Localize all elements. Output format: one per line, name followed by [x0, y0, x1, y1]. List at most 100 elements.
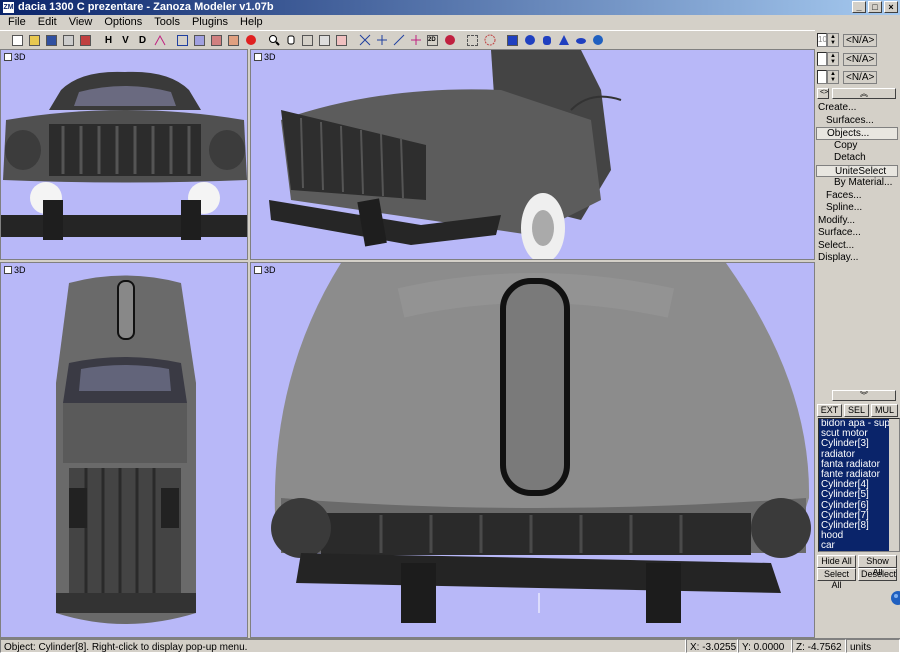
app-icon: ZM	[3, 2, 14, 13]
car-hood-render	[271, 263, 811, 623]
spinner-1[interactable]: 10 ▲ ▼ <N/A>	[817, 32, 899, 48]
spinner-2[interactable]: ▲ ▼ <N/A>	[817, 51, 899, 67]
align-icon[interactable]: 2D	[425, 33, 440, 48]
rotate-icon[interactable]	[374, 33, 389, 48]
viewport-label: 3D	[14, 265, 26, 275]
cube-solid-icon[interactable]	[192, 33, 207, 48]
minimize-button[interactable]: _	[852, 1, 866, 13]
spinner-3[interactable]: ▲ ▼ <N/A>	[817, 69, 899, 85]
sel-button[interactable]: SEL	[844, 404, 869, 417]
cmd-display[interactable]: Display...	[816, 252, 898, 265]
cmd-detach[interactable]: Detach	[816, 152, 898, 165]
menu-options[interactable]: Options	[98, 15, 148, 30]
export-icon[interactable]	[78, 33, 93, 48]
select-region-icon[interactable]	[465, 33, 480, 48]
spin-down-icon[interactable]: ▼	[828, 59, 838, 65]
object-list-scrollbar[interactable]	[889, 419, 899, 551]
cmd-by-material[interactable]: By Material...	[816, 177, 898, 190]
status-message: Object: Cylinder[8]. Right-click to disp…	[0, 639, 686, 653]
scale-icon[interactable]	[391, 33, 406, 48]
menu-view[interactable]: View	[63, 15, 99, 30]
viewport-front[interactable]: 3D	[0, 49, 248, 260]
viewport-closeup[interactable]: 3D	[250, 262, 815, 638]
spin-down-icon[interactable]: ▼	[828, 77, 838, 83]
viewport-perspective[interactable]: 3D	[250, 49, 815, 260]
viewport-menu-icon[interactable]	[254, 266, 262, 274]
select-all-button[interactable]: Select All	[817, 568, 856, 590]
zoom-icon[interactable]	[266, 33, 281, 48]
cmd-select[interactable]: Select...	[816, 240, 898, 253]
torus-primitive-icon[interactable]	[573, 33, 588, 48]
cube-texture-icon[interactable]	[226, 33, 241, 48]
list-item[interactable]: car	[819, 541, 899, 551]
globe-icon	[891, 591, 900, 605]
car-perspective-render	[269, 50, 622, 259]
new-file-icon[interactable]	[10, 33, 25, 48]
cmd-copy[interactable]: Copy	[816, 140, 898, 153]
z-icon[interactable]	[442, 33, 457, 48]
window-title: dacia 1300 C prezentare - Zanoza Modeler…	[18, 1, 274, 13]
cmd-create[interactable]: Create...	[816, 102, 898, 115]
sphere-primitive-icon[interactable]	[522, 33, 537, 48]
status-x: X: -3.0255	[686, 639, 738, 653]
object-list[interactable]: bidon apa - supor scut motor Cylinder[3]…	[818, 418, 900, 552]
move-icon[interactable]	[357, 33, 372, 48]
status-z: Z: -4.7562	[792, 639, 846, 653]
close-button[interactable]: ×	[884, 1, 898, 13]
car-front-render	[1, 71, 247, 240]
menu-plugins[interactable]: Plugins	[186, 15, 234, 30]
import-icon[interactable]	[61, 33, 76, 48]
cylinder-primitive-icon[interactable]	[539, 33, 554, 48]
select-circle-icon[interactable]	[482, 33, 497, 48]
viewport-menu-icon[interactable]	[4, 53, 12, 61]
pan-icon[interactable]	[283, 33, 298, 48]
sphere-icon[interactable]	[243, 33, 258, 48]
menu-file[interactable]: File	[2, 15, 32, 30]
menu-help[interactable]: Help	[234, 15, 269, 30]
zoom-extents-icon[interactable]	[317, 33, 332, 48]
viewport-menu-icon[interactable]	[254, 53, 262, 61]
panel-toggle-button[interactable]: <>	[817, 88, 829, 99]
spinner-3-text: <N/A>	[843, 70, 878, 84]
cmd-surface[interactable]: Surface...	[816, 227, 898, 240]
maximize-button[interactable]: □	[868, 1, 882, 13]
status-y: Y: 0.0000	[738, 639, 792, 653]
cmd-spline[interactable]: Spline...	[816, 202, 898, 215]
deselect-button[interactable]: Deselect	[858, 568, 897, 581]
ext-button[interactable]: EXT	[817, 404, 842, 417]
title-bar: ZM dacia 1300 C prezentare - Zanoza Mode…	[0, 0, 900, 15]
cmd-surfaces[interactable]: Surfaces...	[816, 115, 898, 128]
view-d-button[interactable]: D	[135, 33, 150, 48]
viewport-top[interactable]: 3D	[0, 262, 248, 638]
status-units: units	[846, 639, 900, 653]
viewport-menu-icon[interactable]	[4, 266, 12, 274]
cone-primitive-icon[interactable]	[556, 33, 571, 48]
view-h-button[interactable]: H	[101, 33, 116, 48]
plane-primitive-icon[interactable]	[590, 33, 605, 48]
viewport-label: 3D	[264, 265, 276, 275]
scroll-down-chevron-icon[interactable]: ︾	[832, 390, 896, 401]
cmd-modify[interactable]: Modify...	[816, 215, 898, 228]
zoom-all-icon[interactable]	[334, 33, 349, 48]
cube-shade-icon[interactable]	[209, 33, 224, 48]
menu-tools[interactable]: Tools	[148, 15, 186, 30]
mirror-icon[interactable]	[408, 33, 423, 48]
cmd-uniteselect[interactable]: UniteSelect	[816, 164, 898, 177]
cmd-objects[interactable]: Objects...	[816, 127, 898, 140]
open-folder-icon[interactable]	[27, 33, 42, 48]
save-icon[interactable]	[44, 33, 59, 48]
box-primitive-icon[interactable]	[505, 33, 520, 48]
view-v-button[interactable]: V	[118, 33, 133, 48]
spinner-1-value[interactable]: 10	[817, 33, 827, 47]
spin-down-icon[interactable]: ▼	[828, 40, 838, 46]
zoom-region-icon[interactable]	[300, 33, 315, 48]
mul-button[interactable]: MUL	[871, 404, 898, 417]
scroll-up-chevron-icon[interactable]: ︽	[832, 88, 896, 99]
hide-all-button[interactable]: Hide All	[817, 555, 856, 568]
menu-edit[interactable]: Edit	[32, 15, 63, 30]
axis-icon[interactable]	[152, 33, 167, 48]
cmd-faces[interactable]: Faces...	[816, 190, 898, 203]
show-all-button[interactable]: Show All	[858, 555, 897, 577]
cube-wire-icon[interactable]	[175, 33, 190, 48]
spinner-1-text: <N/A>	[843, 33, 878, 47]
